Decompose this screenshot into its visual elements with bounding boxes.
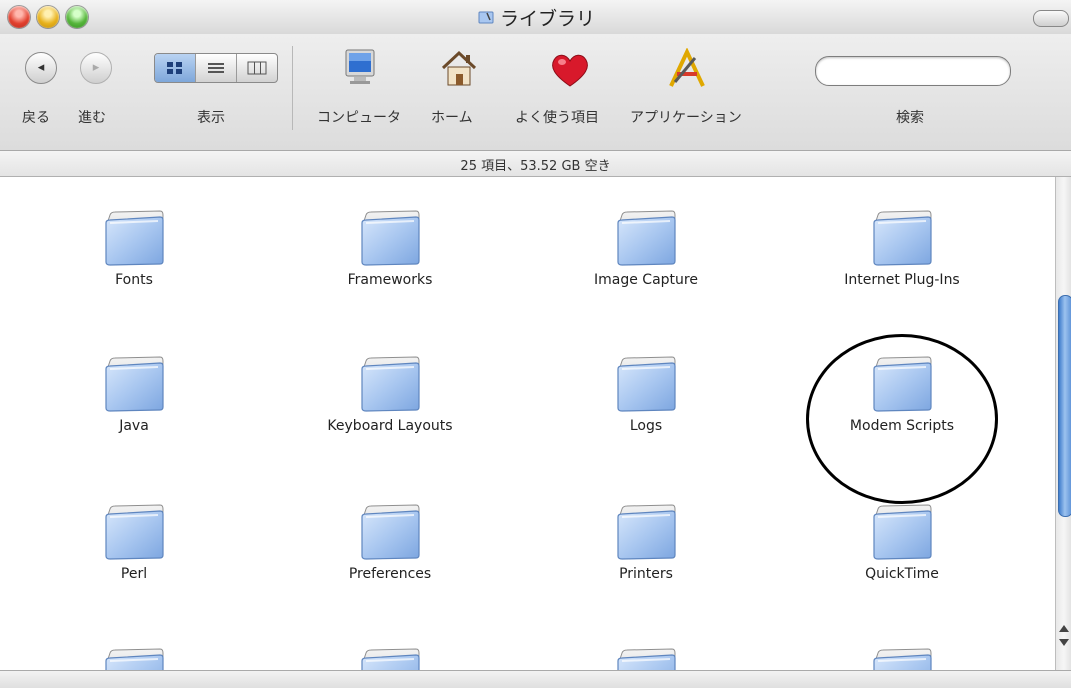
folder-item-logs[interactable]: Logs bbox=[546, 355, 746, 434]
forward-label: 進む bbox=[78, 110, 106, 126]
folder-icon bbox=[102, 503, 166, 561]
view-mode-control bbox=[154, 53, 278, 83]
folder-item-perl[interactable]: Perl bbox=[34, 503, 234, 582]
folder-icon bbox=[870, 647, 934, 670]
folder-icon bbox=[102, 209, 166, 267]
folder-icon bbox=[870, 209, 934, 267]
folder-icon bbox=[102, 647, 166, 670]
heart-icon[interactable] bbox=[548, 48, 592, 92]
folder-item-java[interactable]: Java bbox=[34, 355, 234, 434]
scroll-up-arrow-icon[interactable] bbox=[1059, 625, 1069, 632]
folder-item-partial[interactable] bbox=[34, 647, 234, 670]
list-view-icon bbox=[208, 63, 224, 73]
window-title-group: ライブラリ bbox=[478, 6, 596, 30]
column-view-button[interactable] bbox=[237, 54, 277, 82]
folder-icon bbox=[358, 647, 422, 670]
home-label: ホーム bbox=[431, 110, 473, 126]
back-arrow-icon: ◂ bbox=[37, 60, 45, 75]
folder-item-quicktime[interactable]: QuickTime bbox=[802, 503, 1002, 582]
folder-icon bbox=[358, 503, 422, 561]
folder-item-fonts[interactable]: Fonts bbox=[34, 209, 234, 288]
icon-view-icon bbox=[167, 62, 182, 74]
folder-icon bbox=[870, 355, 934, 413]
folder-item-partial[interactable] bbox=[290, 647, 490, 670]
icon-view-button[interactable] bbox=[155, 54, 196, 82]
scroll-down-arrow-icon[interactable] bbox=[1059, 639, 1069, 646]
vertical-scrollbar[interactable] bbox=[1055, 177, 1071, 670]
forward-button[interactable]: ▸ bbox=[80, 52, 112, 84]
favorites-label: よく使う項目 bbox=[515, 110, 599, 126]
folder-icon bbox=[478, 11, 494, 24]
status-bar: 25 項目、53.52 GB 空き bbox=[0, 151, 1071, 177]
back-label: 戻る bbox=[22, 110, 50, 126]
folder-label: Printers bbox=[619, 566, 673, 582]
folder-icon bbox=[358, 355, 422, 413]
computer-label: コンピュータ bbox=[317, 110, 401, 126]
folder-item-modem-scripts[interactable]: Modem Scripts bbox=[802, 355, 1002, 434]
folder-label: Java bbox=[119, 418, 149, 434]
window-title: ライブラリ bbox=[500, 7, 596, 30]
folder-item-partial[interactable] bbox=[546, 647, 746, 670]
icon-view-area: Fonts Frameworks Image Capture Internet … bbox=[0, 177, 1055, 670]
folder-label: Internet Plug-Ins bbox=[844, 272, 960, 288]
folder-label: Image Capture bbox=[594, 272, 698, 288]
folder-label: Modem Scripts bbox=[849, 418, 955, 434]
folder-label: Logs bbox=[629, 418, 663, 434]
bottom-bar bbox=[0, 670, 1071, 688]
toolbar-divider bbox=[292, 46, 293, 130]
toolbar: ◂ 戻る ▸ 進む 表示 コンピュータ ホーム よく使う項目 アプリケーション … bbox=[0, 34, 1071, 151]
folder-label: Preferences bbox=[348, 566, 432, 582]
folder-item-internet-plug-ins[interactable]: Internet Plug-Ins bbox=[802, 209, 1002, 288]
applications-label: アプリケーション bbox=[630, 110, 742, 126]
computer-icon[interactable] bbox=[340, 48, 380, 92]
folder-item-keyboard-layouts[interactable]: Keyboard Layouts bbox=[290, 355, 490, 434]
close-button[interactable] bbox=[8, 6, 30, 28]
back-button[interactable]: ◂ bbox=[25, 52, 57, 84]
folder-icon bbox=[614, 647, 678, 670]
status-text: 25 項目、53.52 GB 空き bbox=[460, 159, 611, 174]
folder-icon bbox=[614, 355, 678, 413]
toolbar-toggle-button[interactable] bbox=[1033, 10, 1069, 27]
search-input[interactable] bbox=[815, 56, 1011, 86]
title-bar: ライブラリ bbox=[0, 0, 1071, 35]
home-icon[interactable] bbox=[439, 48, 479, 92]
applications-icon[interactable] bbox=[665, 48, 709, 92]
folder-label: Fonts bbox=[115, 272, 153, 288]
folder-item-printers[interactable]: Printers bbox=[546, 503, 746, 582]
folder-label: Keyboard Layouts bbox=[327, 418, 453, 434]
folder-icon bbox=[614, 503, 678, 561]
forward-arrow-icon: ▸ bbox=[92, 60, 100, 75]
search-label: 検索 bbox=[896, 110, 924, 126]
folder-label: Frameworks bbox=[347, 272, 433, 288]
folder-item-preferences[interactable]: Preferences bbox=[290, 503, 490, 582]
finder-window: ライブラリ ◂ 戻る ▸ 進む 表示 コンピュータ ホーム よく使う項目 アプリ… bbox=[0, 0, 1071, 688]
folder-icon bbox=[102, 355, 166, 413]
folder-label: Perl bbox=[120, 566, 148, 582]
folder-item-partial[interactable] bbox=[802, 647, 1002, 670]
view-label: 表示 bbox=[197, 110, 225, 126]
zoom-button[interactable] bbox=[66, 6, 88, 28]
minimize-button[interactable] bbox=[37, 6, 59, 28]
list-view-button[interactable] bbox=[196, 54, 237, 82]
folder-item-image-capture[interactable]: Image Capture bbox=[546, 209, 746, 288]
folder-icon bbox=[358, 209, 422, 267]
folder-item-frameworks[interactable]: Frameworks bbox=[290, 209, 490, 288]
column-view-icon bbox=[247, 61, 267, 75]
folder-icon bbox=[870, 503, 934, 561]
scrollbar-thumb[interactable] bbox=[1058, 295, 1071, 517]
folder-icon bbox=[614, 209, 678, 267]
folder-label: QuickTime bbox=[865, 566, 939, 582]
